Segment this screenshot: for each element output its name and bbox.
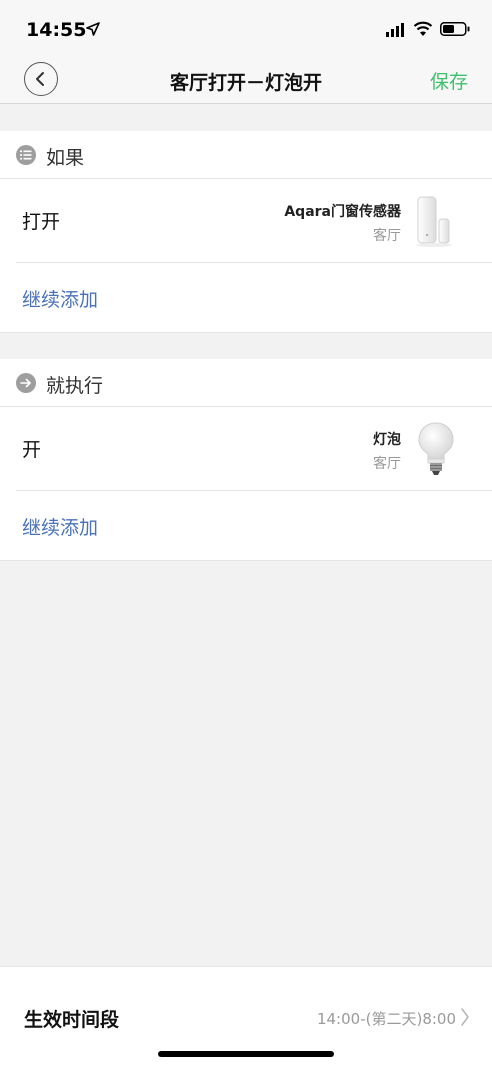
effective-time-value: 14:00-(第二天)8:00	[316, 1010, 456, 1028]
page-title: 客厅打开－灯泡开	[169, 72, 322, 94]
list-icon	[16, 145, 36, 165]
trigger-row[interactable]: 打开 Aqara门窗传感器 客厅	[0, 179, 492, 263]
action-device-room: 客厅	[373, 456, 401, 472]
location-arrow-icon	[86, 22, 100, 36]
chevron-right-icon	[461, 1008, 469, 1026]
wifi-icon	[413, 21, 433, 36]
signal-icon	[386, 23, 404, 37]
trigger-device-room: 客厅	[373, 228, 401, 244]
then-add-more-link[interactable]: 继续添加	[22, 513, 98, 540]
trigger-device-name: Aqara门窗传感器	[284, 204, 401, 220]
then-section-header: 就执行	[0, 359, 492, 407]
status-bar: 14:55	[0, 0, 492, 56]
if-section-header: 如果	[0, 131, 492, 179]
action-device-name: 灯泡	[373, 432, 401, 448]
nav-bar: 客厅打开－灯泡开 保存	[0, 56, 492, 104]
arrow-right-icon	[16, 373, 36, 393]
action-action-label: 开	[22, 439, 42, 461]
battery-icon	[440, 22, 470, 36]
then-add-row: 继续添加	[0, 491, 492, 561]
if-add-more-link[interactable]: 继续添加	[22, 285, 98, 312]
home-indicator	[158, 1051, 334, 1057]
if-section-label: 如果	[46, 147, 85, 169]
door-window-sensor-icon	[416, 196, 452, 247]
status-time: 14:55	[26, 19, 87, 41]
action-row[interactable]: 开 灯泡 客厅	[0, 407, 492, 491]
light-bulb-icon	[418, 422, 454, 475]
trigger-action-label: 打开	[22, 211, 61, 233]
then-section-label: 就执行	[46, 375, 104, 397]
effective-time-label: 生效时间段	[24, 1009, 120, 1031]
save-button[interactable]: 保存	[430, 67, 468, 94]
effective-time-row[interactable]: 生效时间段 14:00-(第二天)8:00	[0, 966, 492, 1065]
if-add-row: 继续添加	[0, 263, 492, 333]
